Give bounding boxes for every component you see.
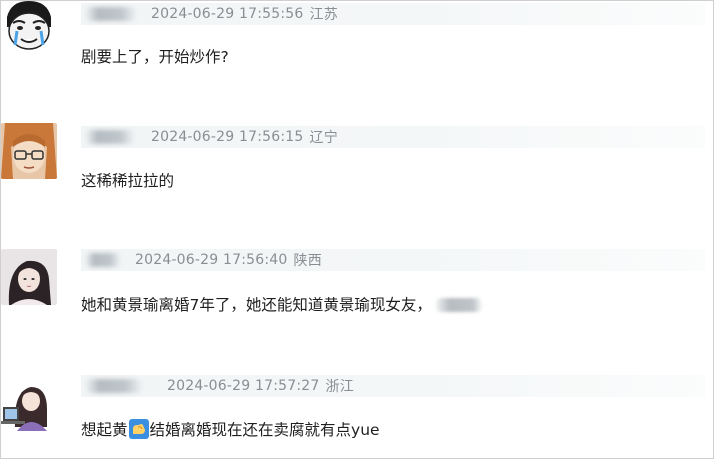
comment-meta: 2024-06-29 17:57:27 浙江 (81, 375, 705, 397)
girl-photo-avatar[interactable] (1, 249, 57, 305)
comment-text: 剧要上了，开始炒作? (81, 48, 229, 66)
timestamp: 2024-06-29 17:57:27 (167, 378, 320, 394)
timestamp: 2024-06-29 17:55:56 (151, 6, 304, 22)
username-redacted[interactable] (85, 253, 121, 267)
comment-meta: 2024-06-29 17:56:40 陕西 (81, 249, 705, 271)
location: 江苏 (309, 7, 338, 23)
username-redacted[interactable] (85, 7, 137, 21)
timestamp: 2024-06-29 17:56:15 (151, 129, 304, 145)
comment-meta: 2024-06-29 17:55:56 江苏 (81, 3, 705, 25)
anime-glasses-avatar[interactable] (1, 123, 57, 179)
comment-list: 2024-06-29 17:55:56 江苏 剧要上了，开始炒作? 2024-0… (0, 0, 714, 459)
comment-text-before: 想起黄 (81, 421, 128, 439)
location: 浙江 (325, 379, 354, 395)
redacted-text (435, 298, 482, 312)
comment-meta: 2024-06-29 17:56:15 辽宁 (81, 126, 705, 148)
username-redacted[interactable] (85, 130, 135, 144)
comment-text-wrapper: 她和黄景瑜离婚7年了，她还能知道黄景瑜现女友， (81, 295, 482, 315)
location: 辽宁 (309, 130, 338, 146)
comment-text: 这稀稀拉拉的 (81, 172, 175, 190)
meme-face-avatar[interactable] (1, 1, 57, 53)
comment-text-wrapper: 想起黄 结婚离婚现在还在卖腐就有点yue (81, 419, 380, 440)
girl-computer-avatar[interactable] (1, 375, 57, 431)
comment-text: 她和黄景瑜离婚7年了，她还能知道黄景瑜现女友， (81, 296, 432, 314)
username-redacted[interactable] (85, 379, 143, 393)
timestamp: 2024-06-29 17:56:40 (135, 252, 288, 268)
flexed-arm-icon (128, 419, 149, 439)
location: 陕西 (293, 253, 322, 269)
comment-text-after: 结婚离婚现在还在卖腐就有点yue (149, 421, 380, 439)
